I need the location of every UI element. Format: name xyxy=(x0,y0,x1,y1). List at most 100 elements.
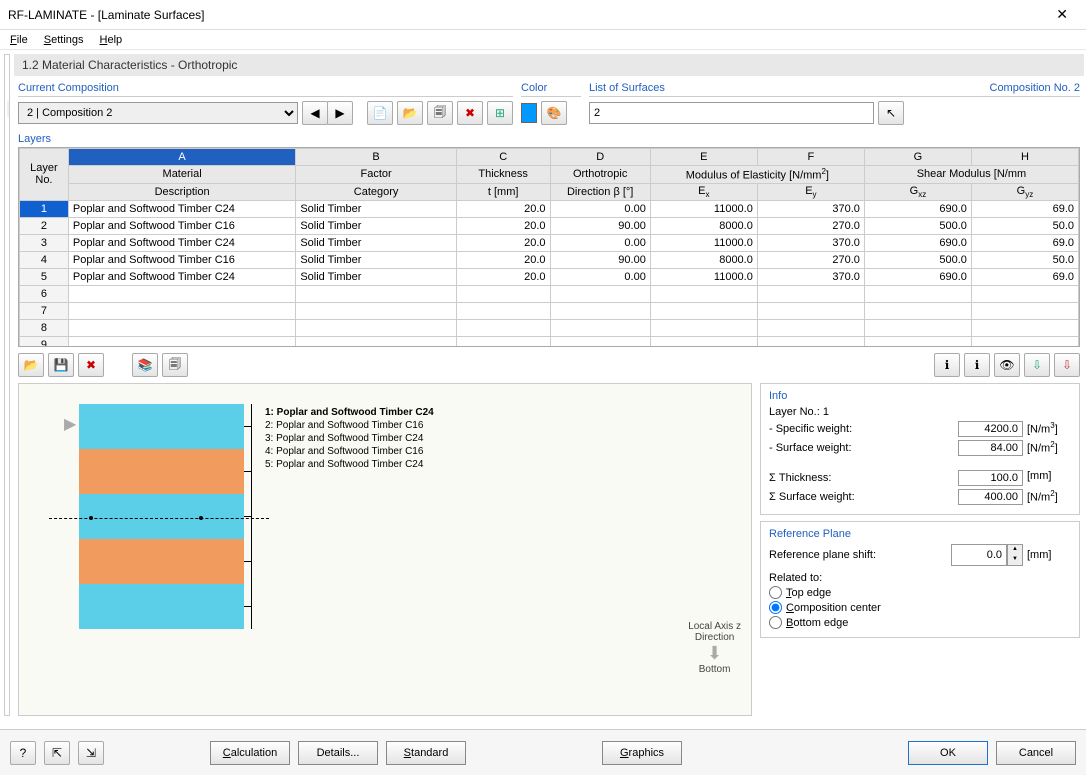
layer-preview: ▶ 1: Poplar and Softwood T xyxy=(18,383,752,716)
table-row[interactable]: 3Poplar and Softwood Timber C24Solid Tim… xyxy=(20,234,1079,251)
calculation-button[interactable]: Calculation xyxy=(210,741,290,765)
info2-icon[interactable]: ℹ xyxy=(964,353,990,377)
spin-up-icon[interactable]: ▲ xyxy=(1008,545,1022,555)
color-swatch[interactable] xyxy=(521,103,537,123)
eye-icon[interactable]: 👁 xyxy=(994,353,1020,377)
info1-icon[interactable]: ℹ xyxy=(934,353,960,377)
tree-root[interactable]: Input Data xyxy=(7,57,10,85)
table-row[interactable]: 9 xyxy=(20,336,1079,347)
menubar: File Settings Help xyxy=(0,30,1086,50)
surfaces-label: List of Surfaces xyxy=(589,82,665,94)
subcol-description: Description xyxy=(68,183,295,200)
save-icon[interactable]: 💾 xyxy=(48,353,74,377)
subcol-ex: Ex xyxy=(650,183,757,200)
col-thickness: Thickness xyxy=(456,166,550,184)
reference-plane-box: Reference Plane Reference plane shift: ▲… xyxy=(760,521,1080,638)
col-letter-a: A xyxy=(68,149,295,166)
col-layer-no: Layer No. xyxy=(20,149,69,201)
export-left-icon[interactable]: ⇱ xyxy=(44,741,70,765)
composition-select[interactable]: 2 | Composition 2 xyxy=(18,102,298,124)
radio-composition-center[interactable] xyxy=(769,601,782,614)
col-letter-h: H xyxy=(971,149,1078,166)
layers-toolbar: 📂 💾 ✖ 📚 🗐 ℹ ℹ 👁 ⇩ ⇩ xyxy=(18,353,1080,377)
copy-button[interactable]: 🗐 xyxy=(427,101,453,125)
pick-surface-button[interactable]: ↖ xyxy=(878,101,904,125)
table-row[interactable]: 8 xyxy=(20,319,1079,336)
shift-label: Reference plane shift: xyxy=(769,549,876,561)
graphics-button[interactable]: Graphics xyxy=(602,741,682,765)
table-row[interactable]: 6 xyxy=(20,285,1079,302)
subcol-gxz: Gxz xyxy=(864,183,971,200)
next-composition-button[interactable]: ▶ xyxy=(327,101,353,125)
shift-input[interactable] xyxy=(951,544,1007,566)
ok-button[interactable]: OK xyxy=(908,741,988,765)
menu-settings[interactable]: Settings xyxy=(38,32,90,48)
arrow-down-icon: ⬇ xyxy=(688,643,741,664)
tree-item-load-duration[interactable]: Load Duration and Service Classes xyxy=(7,133,10,149)
export-right-icon[interactable]: ⇲ xyxy=(78,741,104,765)
composition-label: Current Composition xyxy=(18,82,513,94)
window-title: RF-LAMINATE - [Laminate Surfaces] xyxy=(8,8,205,22)
sum-surface-weight-label: Σ Surface weight: xyxy=(769,491,855,503)
close-icon[interactable]: ✕ xyxy=(1046,2,1078,27)
tree-item-general[interactable]: General Data xyxy=(7,85,10,101)
nav-tree[interactable]: Input Data General Data Material Charact… xyxy=(4,54,10,716)
subcol-t: t [mm] xyxy=(456,183,550,200)
col-factor: Factor xyxy=(296,166,457,184)
excel-button[interactable]: ⊞ xyxy=(487,101,513,125)
surfaces-input[interactable] xyxy=(589,102,874,124)
tree-item-material-characteristics[interactable]: Material Characteristics xyxy=(7,101,10,117)
table-row[interactable]: 4Poplar and Softwood Timber C16Solid Tim… xyxy=(20,251,1079,268)
col-letter-f: F xyxy=(757,149,864,166)
table-row[interactable]: 5Poplar and Softwood Timber C24Solid Tim… xyxy=(20,268,1079,285)
sum-surface-weight-value: 400.00 xyxy=(958,489,1023,505)
cancel-button[interactable]: Cancel xyxy=(996,741,1076,765)
col-letter-e: E xyxy=(650,149,757,166)
subcol-direction: Direction β [°] xyxy=(550,183,650,200)
tree-item-material-strengths[interactable]: Material Strengths xyxy=(7,117,10,133)
col-letter-d: D xyxy=(550,149,650,166)
spin-down-icon[interactable]: ▼ xyxy=(1008,555,1022,565)
export2-icon[interactable]: ⇩ xyxy=(1054,353,1080,377)
specific-weight-label: - Specific weight: xyxy=(769,423,852,435)
bottom-bar: ? ⇱ ⇲ Calculation Details... Standard Gr… xyxy=(0,729,1086,775)
pointer-icon: ▶ xyxy=(64,414,76,434)
new-button[interactable]: 📄 xyxy=(367,101,393,125)
titlebar: RF-LAMINATE - [Laminate Surfaces] ✕ xyxy=(0,0,1086,30)
col-modulus: Modulus of Elasticity [N/mm2] xyxy=(650,166,864,184)
open-button[interactable]: 📂 xyxy=(397,101,423,125)
info-box: Info Layer No.: 1 - Specific weight: 420… xyxy=(760,383,1080,515)
folder-open-icon[interactable]: 📂 xyxy=(18,353,44,377)
subcol-category: Category xyxy=(296,183,457,200)
export1-icon[interactable]: ⇩ xyxy=(1024,353,1050,377)
related-label: Related to: xyxy=(769,572,1071,584)
radio-top-edge[interactable] xyxy=(769,586,782,599)
sum-thickness-label: Σ Thickness: xyxy=(769,472,831,484)
radio-bottom-edge[interactable] xyxy=(769,616,782,629)
copy-rows-icon[interactable]: 🗐 xyxy=(162,353,188,377)
table-row[interactable]: 1Poplar and Softwood Timber C24Solid Tim… xyxy=(20,200,1079,217)
help-icon[interactable]: ? xyxy=(10,741,36,765)
table-row[interactable]: 2Poplar and Softwood Timber C16Solid Tim… xyxy=(20,217,1079,234)
col-material: Material xyxy=(68,166,295,184)
menu-file[interactable]: File xyxy=(4,32,34,48)
menu-help[interactable]: Help xyxy=(94,32,129,48)
delete-row-icon[interactable]: ✖ xyxy=(78,353,104,377)
layers-label: Layers xyxy=(18,133,1080,145)
prev-composition-button[interactable]: ◀ xyxy=(302,101,328,125)
surface-weight-label: - Surface weight: xyxy=(769,442,852,454)
color-picker-button[interactable]: 🎨 xyxy=(541,101,567,125)
table-row[interactable]: 7 xyxy=(20,302,1079,319)
surface-weight-value: 84.00 xyxy=(958,440,1023,456)
axis-label: Local Axis z Direction ⬇ Bottom xyxy=(688,621,741,675)
library-icon[interactable]: 📚 xyxy=(132,353,158,377)
col-shear: Shear Modulus [N/mm xyxy=(864,166,1078,184)
details-button[interactable]: Details... xyxy=(298,741,378,765)
layers-table[interactable]: Layer No. A B C D E F G H Material Facto… xyxy=(18,147,1080,347)
tree-item-serviceability[interactable]: Serviceability Data xyxy=(7,149,10,165)
layer-legend: 1: Poplar and Softwood Timber C24 2: Pop… xyxy=(265,406,434,471)
standard-button[interactable]: Standard xyxy=(386,741,466,765)
panel-title: 1.2 Material Characteristics - Orthotrop… xyxy=(14,54,1084,76)
delete-button[interactable]: ✖ xyxy=(457,101,483,125)
col-letter-g: G xyxy=(864,149,971,166)
